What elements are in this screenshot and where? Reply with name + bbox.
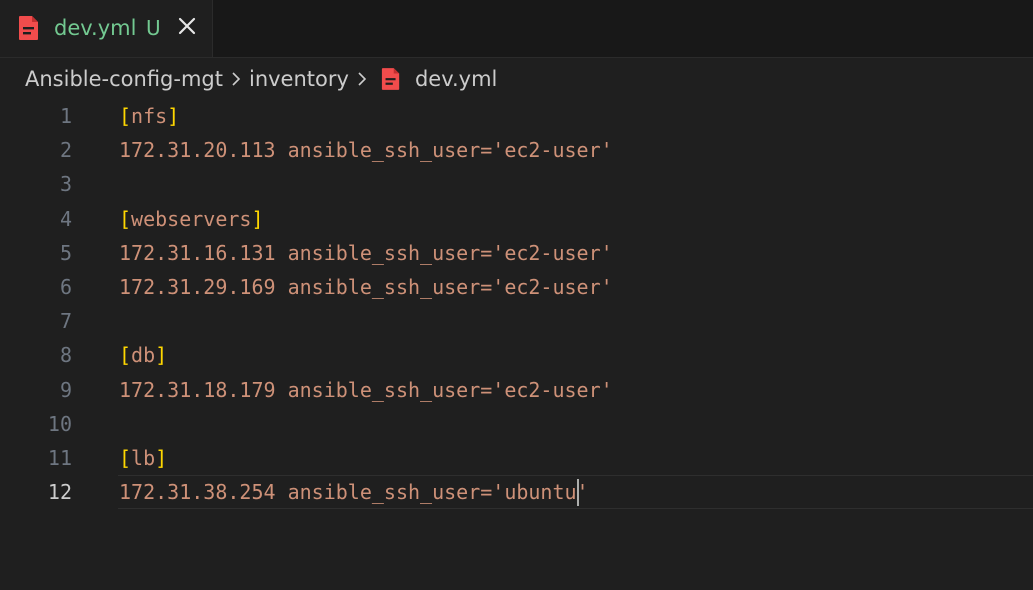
code-line[interactable]: 1 [nfs] [0,99,1033,133]
line-number: 1 [59,104,72,128]
line-number: 8 [59,343,72,368]
code-line[interactable]: 7 [0,304,1033,338]
line-content: 172.31.18.179 ansible_ssh_user='ec2-user… [119,377,613,402]
line-number: 10 [47,411,72,436]
line-content: 172.31.16.131 ansible_ssh_user='ec2-user… [119,240,613,265]
line-number: 11 [47,446,72,470]
line-content: 172.31.38.254 ansible_ssh_user='ubuntu' [119,480,589,505]
code-line[interactable]: 11 [lb] [0,441,1033,475]
code-line[interactable]: 4 [webservers] [0,202,1033,236]
line-content: [lb] [119,441,167,475]
line-number: 12 [47,480,72,505]
line-content: [nfs] [119,99,179,133]
bracket-close: ] [251,206,264,231]
tab-label: dev.yml [54,16,137,40]
tab-bar: dev.yml U [0,0,1033,58]
line-number: 4 [59,206,72,231]
line-number: 7 [59,309,72,334]
code-editor[interactable]: 1 [nfs] 2 172.31.20.113 ansible_ssh_user='e… [0,99,1033,590]
breadcrumb-item-file[interactable]: dev.yml [415,58,497,100]
bracket-close: ] [155,343,168,368]
bracket-open: [ [119,104,132,128]
code-line[interactable]: 2 172.31.20.113 ansible_ssh_user='ec2-use… [0,133,1033,167]
line-content: 172.31.29.169 ansible_ssh_user='ec2-user… [119,275,613,299]
line-number: 5 [59,240,72,265]
close-icon[interactable] [175,14,199,38]
line-content: [db] [119,338,167,372]
git-status-badge: U [146,16,161,40]
line-number: 3 [59,172,72,197]
line-number: 2 [59,138,72,163]
code-line[interactable]: 6 172.31.29.169 ansible_ssh_user='ec2-use… [0,270,1033,304]
tab-dev-yml[interactable]: dev.yml U [0,0,213,57]
code-line[interactable]: 8 [db] [0,338,1033,372]
bracket-close: ] [167,104,180,128]
code-line[interactable]: 5 172.31.16.131 ansible_ssh_user='ec2-use… [0,236,1033,270]
line-content: [webservers] [119,202,264,236]
line-number: 9 [59,377,72,402]
section-name: nfs [131,104,168,128]
breadcrumb-item-folder[interactable]: Ansible-config-mgt [25,58,223,100]
chevron-right-icon [358,72,367,86]
breadcrumb: Ansible-config-mgt inventory dev.yml [0,58,1033,100]
text-cursor [576,479,579,507]
yaml-file-icon [19,16,38,40]
bracket-open: [ [119,206,132,231]
code-line[interactable]: 9 172.31.18.179 ansible_ssh_user='ec2-use… [0,373,1033,407]
bracket-open: [ [119,446,132,470]
code-line[interactable]: 10 [0,407,1033,441]
section-name: db [131,343,156,368]
code-line[interactable]: 12 172.31.38.254 ansible_ssh_user='ubuntu… [0,475,1033,510]
breadcrumb-item-inventory[interactable]: inventory [249,58,349,100]
bracket-open: [ [119,343,132,368]
section-name: lb [131,446,156,470]
line-number: 6 [59,275,72,299]
bracket-close: ] [155,446,168,470]
yaml-file-icon [381,68,400,90]
chevron-right-icon [232,72,241,86]
code-line[interactable]: 3 [0,167,1033,201]
line-content: 172.31.20.113 ansible_ssh_user='ec2-user… [119,138,613,163]
section-name: webservers [131,206,252,231]
